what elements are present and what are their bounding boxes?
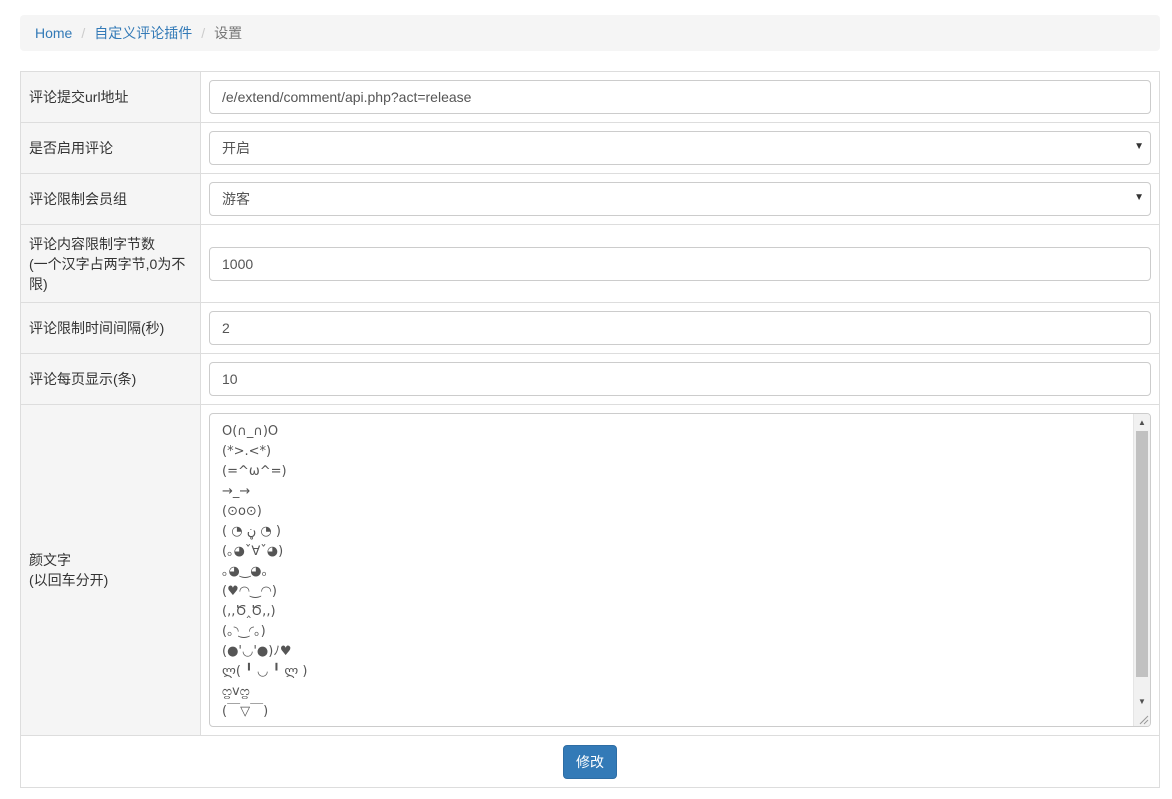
emoticon-line: (,,Ծ‸Ծ,,): [222, 604, 276, 619]
form-row-member-group: 评论限制会员组 游客 ▼: [20, 173, 1160, 225]
emoticon-line: ( ◔ ڼ ◔ ): [222, 524, 281, 539]
label-emoticons: 颜文字 (以回车分开): [20, 404, 201, 736]
emoticon-line: ᦦvᦦ: [222, 684, 250, 699]
label-emoticons-line2: (以回车分开): [29, 572, 109, 588]
breadcrumb: Home / 自定义评论插件 / 设置: [20, 15, 1160, 51]
enable-comment-value: 开启: [222, 140, 250, 156]
member-group-value: 游客: [222, 191, 250, 207]
form-row-url: 评论提交url地址 /e/extend/comment/api.php?act=…: [20, 71, 1160, 123]
content-limit-input[interactable]: 1000: [209, 246, 1151, 281]
label-content-limit-line3: 限): [29, 275, 48, 292]
emoticon-line: ლ( ╹ ◡ ╹ ლ ): [222, 664, 308, 679]
emoticon-line: (=^ω^=): [222, 464, 287, 479]
label-per-page: 评论每页显示(条): [20, 353, 201, 405]
breadcrumb-plugin-link[interactable]: 自定义评论插件: [94, 23, 192, 43]
breadcrumb-home-link[interactable]: Home: [35, 25, 72, 41]
submit-button[interactable]: 修改: [563, 744, 617, 779]
time-interval-input[interactable]: 2: [209, 311, 1151, 345]
breadcrumb-current: 设置: [214, 25, 243, 41]
settings-form-table: 评论提交url地址 /e/extend/comment/api.php?act=…: [20, 71, 1160, 788]
resize-handle-icon[interactable]: [1134, 710, 1150, 726]
comment-url-input[interactable]: /e/extend/comment/api.php?act=release: [209, 80, 1151, 114]
form-row-emoticons: 颜文字 (以回车分开) O(∩_∩)O (*>.<*) (=^ω^=) →_→ …: [20, 404, 1160, 736]
comment-url-value: /e/extend/comment/api.php?act=release: [222, 89, 472, 105]
label-enable-comment: 是否启用评论: [20, 122, 201, 174]
per-page-input[interactable]: 10: [209, 362, 1151, 396]
label-member-group: 评论限制会员组: [20, 173, 201, 225]
actions-cell: 修改: [20, 735, 1160, 788]
emoticon-line: →_→: [222, 484, 251, 499]
label-comment-url: 评论提交url地址: [20, 71, 201, 123]
form-row-enable: 是否启用评论 开启 ▼: [20, 122, 1160, 174]
scroll-down-arrow-icon[interactable]: ▼: [1134, 693, 1150, 709]
emoticons-lines: O(∩_∩)O (*>.<*) (=^ω^=) →_→ (⊙o⊙) ( ◔ ڼ …: [210, 414, 1150, 722]
member-group-select[interactable]: 游客 ▼: [209, 182, 1151, 216]
emoticon-line: (｡◝‿◜｡): [222, 624, 266, 639]
time-interval-value: 2: [222, 320, 230, 336]
breadcrumb-separator: /: [81, 25, 86, 41]
content-limit-value: 1000: [222, 255, 254, 272]
scroll-up-arrow-icon[interactable]: ▲: [1134, 414, 1150, 430]
emoticon-line: (⊙o⊙): [222, 504, 262, 519]
form-row-per-page: 评论每页显示(条) 10: [20, 353, 1160, 405]
emoticon-line: (￣▽￣): [222, 704, 269, 719]
textarea-scrollbar[interactable]: ▲ ▼: [1133, 414, 1150, 726]
emoticon-line: O(∩_∩)O: [222, 424, 279, 439]
breadcrumb-separator: /: [201, 25, 206, 41]
emoticon-line: ｡◕‿◕｡: [222, 564, 269, 579]
caret-down-icon: ▼: [1134, 192, 1144, 203]
form-row-content-limit: 评论内容限制字节数 (一个汉字占两字节,0为不 限) 1000: [20, 224, 1160, 303]
label-content-limit-line2: (一个汉字占两字节,0为不: [29, 255, 186, 272]
emoticon-line: (*>.<*): [222, 444, 272, 459]
label-time-interval: 评论限制时间间隔(秒): [20, 302, 201, 354]
caret-down-icon: ▼: [1134, 141, 1144, 152]
emoticons-textarea[interactable]: O(∩_∩)O (*>.<*) (=^ω^=) →_→ (⊙o⊙) ( ◔ ڼ …: [209, 413, 1151, 727]
scrollbar-thumb[interactable]: [1136, 431, 1148, 677]
emoticon-line: (●'◡'●)ﾉ♥: [222, 644, 292, 659]
per-page-value: 10: [222, 371, 238, 387]
emoticon-line: (♥◠‿◠): [222, 584, 277, 599]
form-row-actions: 修改: [20, 735, 1160, 788]
enable-comment-select[interactable]: 开启 ▼: [209, 131, 1151, 165]
label-content-limit-line1: 评论内容限制字节数: [29, 235, 155, 252]
form-row-interval: 评论限制时间间隔(秒) 2: [20, 302, 1160, 354]
emoticon-line: (｡◕ˇ∀ˇ◕): [222, 544, 284, 559]
label-emoticons-line1: 颜文字: [29, 552, 71, 568]
label-content-limit: 评论内容限制字节数 (一个汉字占两字节,0为不 限): [20, 224, 201, 303]
